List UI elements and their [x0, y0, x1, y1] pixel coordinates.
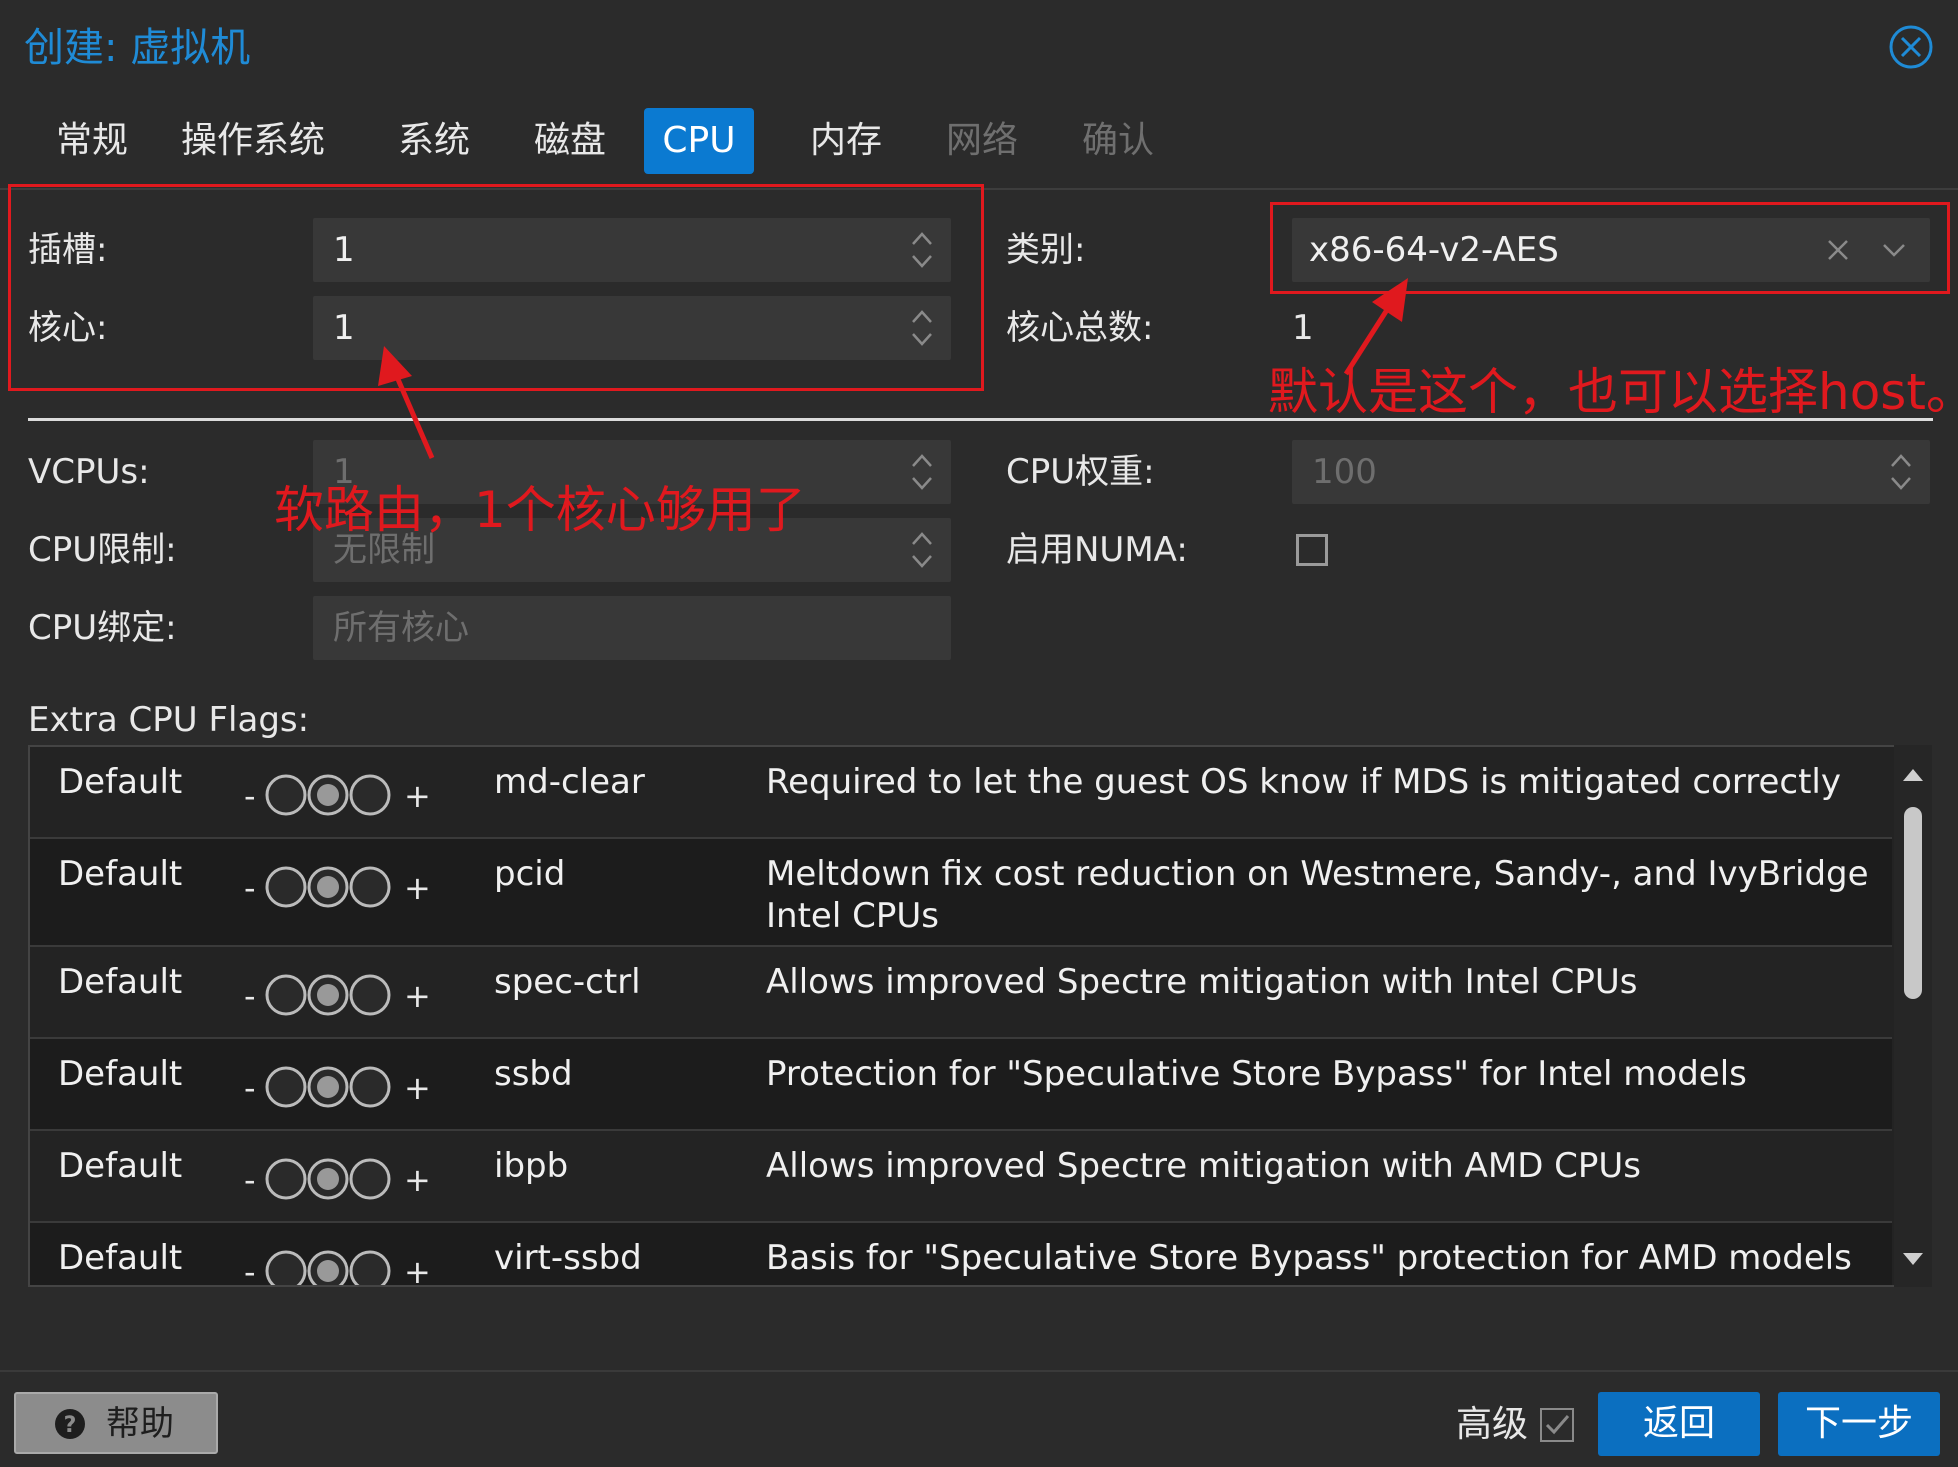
radio-toggle-icon[interactable] — [262, 771, 398, 819]
scroll-down-icon[interactable] — [1902, 1251, 1924, 1267]
flag-name: ssbd — [494, 1054, 573, 1094]
flag-description: Required to let the guest OS know if MDS… — [766, 762, 1842, 802]
radio-toggle-icon[interactable] — [262, 1155, 398, 1203]
tri-state-toggle[interactable]: - + — [244, 1247, 444, 1287]
extra-flags-label: Extra CPU Flags: — [28, 700, 310, 740]
annotation-box-left — [8, 184, 984, 391]
flag-name: pcid — [494, 854, 566, 894]
numa-label: 启用NUMA: — [1006, 530, 1188, 570]
tab-cpu[interactable]: CPU — [644, 108, 754, 174]
tri-state-toggle[interactable]: - + — [244, 1155, 444, 1205]
next-button[interactable]: 下一步 — [1778, 1392, 1940, 1456]
flag-state: Default — [58, 854, 183, 894]
cpu-limit-label: CPU限制: — [28, 530, 177, 570]
tab-disks[interactable]: 磁盘 — [520, 108, 620, 174]
flag-name: spec-ctrl — [494, 962, 641, 1002]
scrollbar-thumb[interactable] — [1904, 807, 1922, 999]
cpu-affinity-label: CPU绑定: — [28, 608, 177, 648]
close-button[interactable] — [1888, 24, 1934, 70]
total-cores-value: 1 — [1292, 308, 1314, 348]
radio-toggle-icon[interactable] — [262, 1063, 398, 1111]
cpu-flags-grid: Default - + md-clear Required to let the… — [28, 745, 1932, 1287]
flag-description: Allows improved Spectre mitigation with … — [766, 1146, 1642, 1186]
flag-name: md-clear — [494, 762, 645, 802]
cpu-units-label: CPU权重: — [1006, 452, 1155, 492]
flag-state: Default — [58, 1238, 183, 1278]
tri-state-toggle[interactable]: - + — [244, 1063, 444, 1113]
table-row: Default - + md-clear Required to let the… — [30, 747, 1892, 839]
tab-network: 网络 — [945, 120, 1018, 161]
tab-system[interactable]: 系统 — [384, 108, 484, 174]
total-cores-label: 核心总数: — [1006, 308, 1154, 348]
cpu-units-value: 100 — [1312, 452, 1377, 492]
help-label: 帮助 — [106, 1404, 174, 1444]
flag-state: Default — [58, 762, 183, 802]
flag-description: Meltdown fix cost reduction on Westmere,… — [766, 854, 1869, 936]
tab-memory[interactable]: 内存 — [796, 108, 896, 174]
help-button[interactable]: ? 帮助 — [14, 1392, 218, 1454]
flag-state: Default — [58, 962, 183, 1002]
table-row: Default - + ssbd Protection for "Specula… — [30, 1039, 1892, 1131]
flag-name: virt-ssbd — [494, 1238, 642, 1278]
annotation-text-right: 默认是这个，也可以选择host。 — [1268, 363, 1958, 421]
vcpus-label: VCPUs: — [28, 452, 150, 492]
spinner-arrows-icon — [1891, 454, 1911, 490]
table-row: Default - + spec-ctrl Allows improved Sp… — [30, 947, 1892, 1039]
advanced-label: 高级 — [1456, 1404, 1529, 1445]
flag-description: Basis for "Speculative Store Bypass" pro… — [766, 1238, 1852, 1278]
cpu-affinity-field[interactable]: 所有核心 — [313, 596, 951, 660]
dialog-footer: ? 帮助 高级 返回 下一步 — [0, 1370, 1958, 1467]
flag-name: ibpb — [494, 1146, 569, 1186]
table-row: Default - + ibpb Allows improved Spectre… — [30, 1131, 1892, 1223]
annotation-text-left: 软路由，1个核心够用了 — [274, 481, 806, 539]
tab-confirm: 确认 — [1081, 120, 1154, 161]
tab-general[interactable]: 常规 — [42, 108, 142, 174]
cpu-affinity-placeholder: 所有核心 — [333, 608, 469, 648]
numa-checkbox[interactable] — [1296, 534, 1328, 566]
radio-toggle-icon[interactable] — [262, 863, 398, 911]
flag-description: Protection for "Speculative Store Bypass… — [766, 1054, 1747, 1094]
scroll-up-icon[interactable] — [1902, 767, 1924, 783]
radio-toggle-icon[interactable] — [262, 1247, 398, 1287]
tab-os[interactable]: 操作系统 — [178, 108, 328, 174]
svg-text:?: ? — [64, 1413, 77, 1438]
flag-description: Allows improved Spectre mitigation with … — [766, 962, 1638, 1002]
cpu-units-spinner: 100 — [1292, 440, 1930, 504]
advanced-checkbox[interactable] — [1540, 1408, 1574, 1442]
annotation-arrow-icon — [378, 346, 435, 459]
window-title: 创建: 虚拟机 — [24, 25, 251, 71]
help-icon: ? — [55, 1409, 85, 1439]
flag-state: Default — [58, 1054, 183, 1094]
spinner-arrows-icon[interactable] — [909, 526, 935, 574]
type-label: 类别: — [1006, 230, 1086, 270]
check-icon — [1545, 1415, 1570, 1435]
radio-toggle-icon[interactable] — [262, 971, 398, 1019]
flags-scrollbar[interactable] — [1894, 745, 1932, 1287]
back-button[interactable]: 返回 — [1598, 1392, 1760, 1456]
flag-state: Default — [58, 1146, 183, 1186]
tri-state-toggle[interactable]: - + — [244, 771, 444, 821]
tri-state-toggle[interactable]: - + — [244, 971, 444, 1021]
close-icon — [1889, 25, 1933, 69]
table-row: Default - + virt-ssbd Basis for "Specula… — [30, 1223, 1892, 1287]
spinner-arrows-icon — [912, 454, 932, 490]
table-row: Default - + pcid Meltdown fix cost reduc… — [30, 839, 1892, 947]
tri-state-toggle[interactable]: - + — [244, 863, 444, 913]
